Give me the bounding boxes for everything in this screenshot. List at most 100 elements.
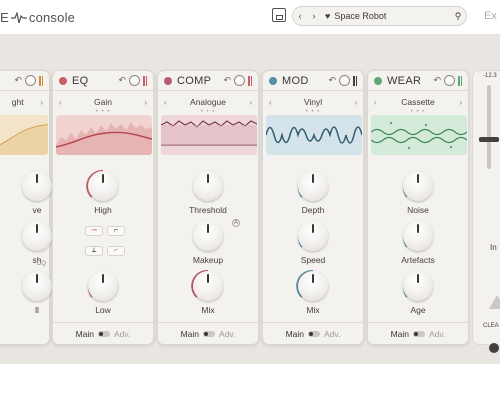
logo-right: console [28,10,76,25]
input-fader[interactable] [487,85,491,169]
module-preset-selector[interactable]: ‹ Cassette › [368,95,468,109]
next-arrow-icon[interactable]: › [354,98,357,107]
module-mod: MOD ↶ ‹ Vinyl › • • • Depth Speed Mix Ma… [262,70,364,345]
undo-icon[interactable]: ↶ [14,75,22,86]
module-comp: COMP ↶ ‹ Analogue › • • • Threshold A Ma… [157,70,259,345]
module-wear: WEAR ↶ ‹ Cassette › • • • Noise Artefact… [367,70,469,345]
module-visualizer [56,115,152,155]
prev-arrow-icon[interactable]: ‹ [269,98,272,107]
module-visualizer [161,115,257,155]
module-header: WEAR ↶ [368,71,468,91]
module-footer: Main Adv. [158,322,258,344]
module-mix-knob[interactable] [339,75,350,86]
plugin-body: ↶ ght › ve sh ll DQ EQ ↶ ‹ Gain › • • • … [0,34,500,364]
adv-tab[interactable]: Adv. [219,329,235,339]
module-preset-selector[interactable]: ‹ Analogue › [158,95,258,109]
side-title: Ex [484,10,497,22]
module-preset-selector[interactable]: ‹ Vinyl › [263,95,363,109]
module-preset-selector[interactable]: ‹ Gain › [53,95,153,109]
age-knob[interactable]: Age [368,271,468,315]
undo-icon[interactable]: ↶ [433,75,441,86]
artefacts-knob[interactable]: Artefacts [368,221,468,265]
makeup-knob[interactable]: Makeup [158,221,258,265]
module-preset-name: Cassette [401,97,435,107]
next-arrow-icon[interactable]: › [459,98,462,107]
main-adv-toggle[interactable] [308,330,321,337]
undo-icon[interactable]: ↶ [223,75,231,86]
main-adv-toggle[interactable] [413,330,426,337]
clear-icon[interactable] [489,295,500,309]
next-preset-icon[interactable]: › [307,11,321,21]
module-title: EQ [72,74,89,87]
module-preset-selector[interactable]: ght › [0,95,49,109]
prev-arrow-icon[interactable]: ‹ [374,98,377,107]
next-arrow-icon[interactable]: › [40,98,43,107]
adv-tab[interactable]: Adv. [324,329,340,339]
module-footer: Main Adv. [263,322,363,344]
module-status-dot[interactable] [374,76,382,85]
low-cut-button[interactable]: ⌐ [107,246,125,256]
preset-name[interactable]: Space Robot [334,11,450,21]
clear-label[interactable]: CLEA [483,323,499,329]
low-shelf-button[interactable]: ⟂ [85,246,103,256]
module-eq: EQ ↶ ‹ Gain › • • • High ⊸ ⌐ ⟂ ⌐ Low Mai… [52,70,154,345]
next-arrow-icon[interactable]: › [249,98,252,107]
main-adv-toggle[interactable] [98,330,111,337]
prev-arrow-icon[interactable]: ‹ [164,98,167,107]
module-title: COMP [177,74,212,87]
module-preset-name: Vinyl [303,97,323,107]
module-preset-name: ght [11,97,24,107]
module-mix-knob[interactable] [234,75,245,86]
module-visualizer [371,115,467,155]
main-tab[interactable]: Main [286,329,304,339]
high-shelf-button[interactable]: ⊸ [85,226,103,236]
fader-handle[interactable] [479,137,499,142]
module-status-dot[interactable] [164,76,172,85]
noise-knob[interactable]: Noise [368,171,468,215]
module-preset-name: Analogue [190,97,226,107]
adv-tab[interactable]: Adv. [114,329,130,339]
module-header: ↶ [0,71,49,91]
module-status-dot[interactable] [269,76,277,85]
preset-browser[interactable]: ‹ › ♥ Space Robot ⚲ [292,6,467,26]
module-footer: Main Adv. [53,322,153,344]
main-tab[interactable]: Main [181,329,199,339]
module-title: MOD [282,74,309,87]
module-meter [248,75,252,86]
high-cut-button[interactable]: ⌐ [107,226,125,236]
wa-toggle[interactable] [489,343,499,353]
main-tab[interactable]: Main [76,329,94,339]
meter-readout: -12.3 [483,73,497,79]
adv-tab[interactable]: Adv. [429,329,445,339]
depth-knob[interactable]: Depth [263,171,363,215]
module-mix-knob[interactable] [25,75,36,86]
main-adv-toggle[interactable] [203,330,216,337]
prev-arrow-icon[interactable]: ‹ [59,98,62,107]
wa-label: Wa [487,363,499,364]
favorite-heart-icon[interactable]: ♥ [325,11,330,21]
main-tab[interactable]: Main [391,329,409,339]
search-icon[interactable]: ⚲ [450,11,466,22]
mod-mix-knob[interactable]: Mix [263,269,363,315]
link-label: DQ [37,261,46,267]
save-preset-icon[interactable] [272,8,286,22]
speed-knob[interactable]: Speed [263,221,363,265]
threshold-knob[interactable]: Threshold [158,171,258,215]
comp-mix-knob[interactable]: Mix [158,269,258,315]
top-bar: E console ‹ › ♥ Space Robot ⚲ Ex [0,0,500,34]
module-status-dot[interactable] [59,76,67,85]
module-mix-knob[interactable] [129,75,140,86]
logo-wave-icon [10,11,27,23]
next-arrow-icon[interactable]: › [144,98,147,107]
undo-icon[interactable]: ↶ [328,75,336,86]
module-header: EQ ↶ [53,71,153,91]
module-mix-knob[interactable] [444,75,455,86]
prev-preset-icon[interactable]: ‹ [293,11,307,21]
low-knob[interactable]: Low [53,271,153,315]
app-logo: E console [0,10,75,25]
module-title: WEAR [387,74,422,87]
high-knob[interactable]: High [53,169,153,215]
module-meter [353,75,357,86]
undo-icon[interactable]: ↶ [118,75,126,86]
module-visualizer [266,115,362,155]
